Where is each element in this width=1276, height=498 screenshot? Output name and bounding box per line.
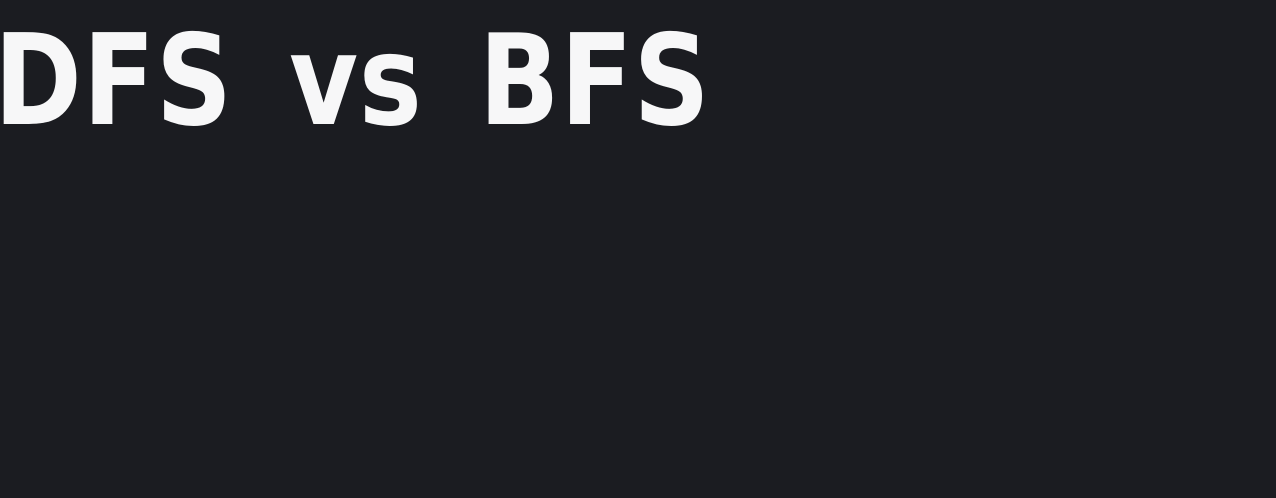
slide-title: DFS vs BFS — [0, 7, 711, 154]
slide-canvas: DFS vs BFS — [0, 0, 1276, 498]
